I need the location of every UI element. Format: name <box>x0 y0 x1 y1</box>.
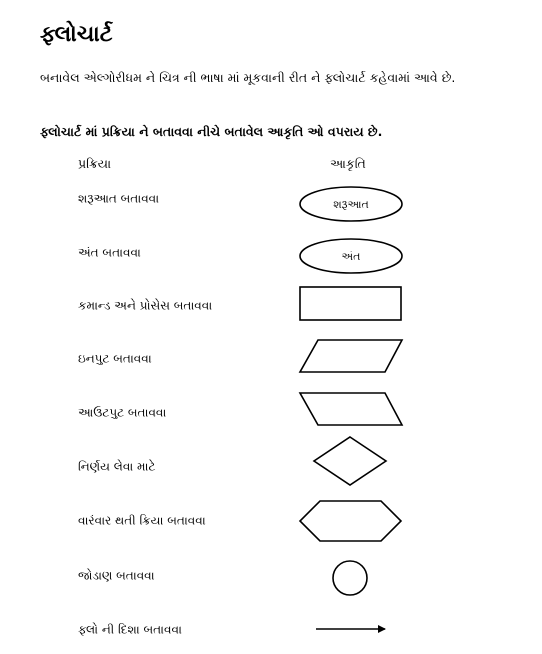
end-shape-label: અંત <box>342 250 361 263</box>
connector-circle-shape <box>332 560 368 596</box>
start-terminator-shape: શરૂઆત <box>299 186 403 222</box>
start-shape-label: શરૂઆત <box>333 198 369 211</box>
flowchart-symbols: શરૂઆત અંત <box>298 186 404 633</box>
output-parallelogram-shape <box>298 392 404 426</box>
input-parallelogram-shape <box>298 339 404 373</box>
end-terminator-shape: અંત <box>299 238 403 274</box>
loop-hexagon-shape <box>298 500 403 542</box>
process-rectangle-shape <box>299 286 402 321</box>
decision-diamond-shape <box>312 436 388 486</box>
